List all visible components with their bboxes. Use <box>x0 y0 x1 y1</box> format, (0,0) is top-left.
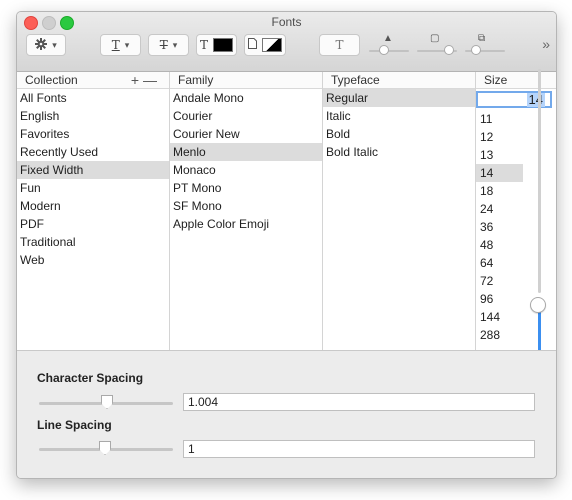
list-item[interactable]: 96 <box>476 290 523 308</box>
line-spacing-field[interactable]: 1 <box>183 440 535 458</box>
character-spacing-label: Character Spacing <box>37 371 144 385</box>
collection-list: All Fonts English Favorites Recently Use… <box>17 89 169 269</box>
family-list: Andale Mono Courier Courier New Menlo Mo… <box>170 89 322 233</box>
list-item[interactable]: Courier New <box>170 125 322 143</box>
shadow-opacity-knob[interactable] <box>379 45 389 55</box>
size-slider-track[interactable] <box>538 69 541 293</box>
list-item[interactable]: 36 <box>476 218 523 236</box>
list-item[interactable]: 24 <box>476 200 523 218</box>
collection-column: Collection +— All Fonts English Favorite… <box>17 72 170 350</box>
collection-header: Collection +— <box>17 72 169 89</box>
list-item[interactable]: 48 <box>476 236 523 254</box>
remove-collection-button[interactable]: — <box>143 72 161 88</box>
list-item[interactable]: Courier <box>170 107 322 125</box>
list-item[interactable]: 13 <box>476 146 523 164</box>
size-input-value: 14 <box>526 92 545 107</box>
document-icon <box>248 38 257 52</box>
list-item[interactable]: Andale Mono <box>170 89 322 107</box>
add-collection-button[interactable]: + <box>131 72 143 88</box>
character-spacing-field[interactable]: 1.004 <box>183 393 535 411</box>
title-bar: Fonts ▾ T ▾ T ▾ T T ▲ ▢ ⧉ » <box>17 12 556 72</box>
line-spacing-label: Line Spacing <box>37 418 112 432</box>
text-color-icon: T <box>199 38 208 52</box>
document-color-button[interactable] <box>244 34 286 56</box>
list-item[interactable]: Recently Used <box>17 143 169 161</box>
spacing-panel: Character Spacing 1.004 Line Spacing 1 <box>17 350 556 478</box>
family-header: Family <box>170 72 322 89</box>
list-item[interactable]: 144 <box>476 308 523 326</box>
list-item[interactable]: Regular <box>323 89 475 107</box>
shadow-offset-icon: ⧉ <box>478 33 486 44</box>
text-shadow-icon: T <box>335 38 344 52</box>
shadow-blur-knob[interactable] <box>444 45 454 55</box>
underline-icon: T <box>111 38 120 52</box>
list-item[interactable]: 72 <box>476 272 523 290</box>
shadow-opacity-icon: ▲ <box>383 33 393 44</box>
size-header: Size <box>476 72 556 89</box>
list-item[interactable]: 14 <box>476 164 523 182</box>
list-item[interactable]: PT Mono <box>170 179 322 197</box>
chevron-down-icon: ▾ <box>172 39 178 50</box>
list-item[interactable]: 18 <box>476 182 523 200</box>
action-menu-button[interactable]: ▾ <box>26 34 66 56</box>
shadow-blur-icon: ▢ <box>430 33 440 44</box>
list-item[interactable]: Modern <box>17 197 169 215</box>
list-item[interactable]: Italic <box>323 107 475 125</box>
list-item[interactable]: 64 <box>476 254 523 272</box>
gear-icon <box>35 37 48 53</box>
list-item[interactable]: Bold <box>323 125 475 143</box>
typeface-header: Typeface <box>323 72 475 89</box>
typeface-column: Typeface Regular Italic Bold Bold Italic <box>323 72 476 350</box>
character-spacing-knob[interactable] <box>101 395 113 409</box>
window-title: Fonts <box>271 15 302 29</box>
family-column: Family Andale Mono Courier Courier New M… <box>170 72 323 350</box>
toolbar-overflow-icon[interactable]: » <box>542 36 550 52</box>
list-item[interactable]: Apple Color Emoji <box>170 215 322 233</box>
list-item[interactable]: 11 <box>476 110 523 128</box>
list-item[interactable]: Bold Italic <box>323 143 475 161</box>
line-spacing-knob[interactable] <box>99 441 111 455</box>
font-browser: Collection +— All Fonts English Favorite… <box>17 72 556 350</box>
list-item[interactable]: Monaco <box>170 161 322 179</box>
list-item[interactable]: 288 <box>476 326 523 344</box>
list-item[interactable]: Fun <box>17 179 169 197</box>
strikethrough-menu-button[interactable]: T ▾ <box>148 34 189 56</box>
list-item[interactable]: English <box>17 107 169 125</box>
document-color-swatch <box>262 38 282 52</box>
list-item[interactable]: 12 <box>476 128 523 146</box>
list-item[interactable]: Favorites <box>17 125 169 143</box>
fonts-window: Fonts ▾ T ▾ T ▾ T T ▲ ▢ ⧉ » Collection +… <box>16 11 557 479</box>
chevron-down-icon: ▾ <box>52 39 57 50</box>
list-item[interactable]: Web <box>17 251 169 269</box>
list-item[interactable]: All Fonts <box>17 89 169 107</box>
list-item[interactable]: PDF <box>17 215 169 233</box>
size-slider-fill <box>538 308 541 352</box>
list-item[interactable]: Fixed Width <box>17 161 169 179</box>
text-color-button[interactable]: T <box>196 34 237 56</box>
size-slider-knob[interactable] <box>530 297 546 313</box>
underline-menu-button[interactable]: T ▾ <box>100 34 141 56</box>
text-shadow-button[interactable]: T <box>319 34 360 56</box>
shadow-offset-knob[interactable] <box>471 45 481 55</box>
list-item[interactable]: Traditional <box>17 233 169 251</box>
typeface-list: Regular Italic Bold Bold Italic <box>323 89 475 161</box>
list-item[interactable]: Menlo <box>170 143 322 161</box>
list-item[interactable]: SF Mono <box>170 197 322 215</box>
strikethrough-icon: T <box>159 38 168 52</box>
shadow-opacity-slider[interactable] <box>369 50 409 52</box>
chevron-down-icon: ▾ <box>124 39 130 50</box>
text-color-swatch <box>213 38 233 52</box>
